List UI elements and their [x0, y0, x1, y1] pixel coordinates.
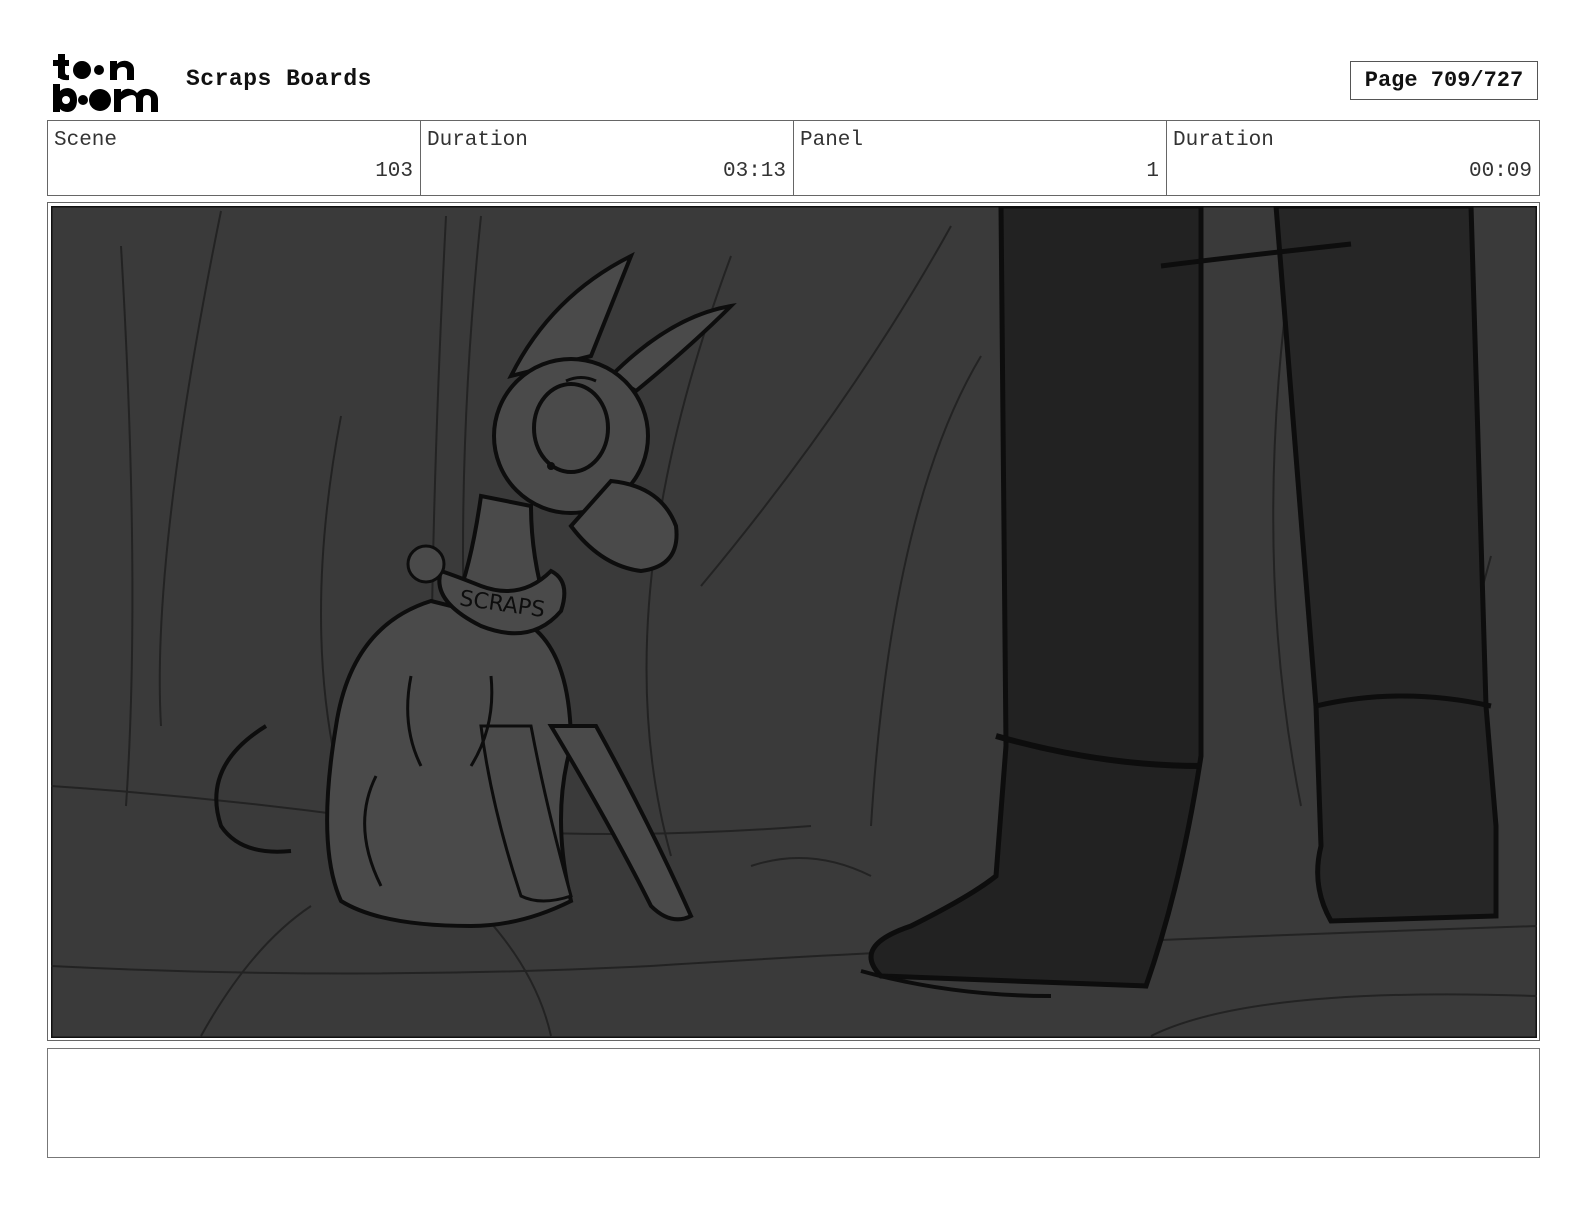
panel-label: Panel — [800, 129, 864, 152]
board-title: Scraps Boards — [186, 66, 372, 92]
storyboard-panel-image: SCRAPS — [51, 206, 1537, 1038]
page-indicator: Page 709/727 — [1350, 61, 1538, 100]
panel-duration-cell: Duration 00:09 — [1166, 121, 1539, 195]
scene-duration-cell: Duration 03:13 — [420, 121, 793, 195]
panel-duration-label: Duration — [1173, 129, 1274, 152]
toon-boom-logo — [53, 54, 158, 112]
notes-box — [47, 1048, 1540, 1158]
scene-duration-label: Duration — [427, 129, 528, 152]
scene-cell: Scene 103 — [48, 121, 420, 195]
panel-duration-value: 00:09 — [1468, 160, 1532, 183]
scene-label: Scene — [54, 129, 118, 152]
scene-value: 103 — [375, 160, 413, 183]
panel-cell: Panel 1 — [793, 121, 1166, 195]
info-table: Scene 103 Duration 03:13 Panel 1 Duratio… — [47, 120, 1540, 196]
panel-value: 1 — [1146, 160, 1159, 183]
scene-duration-value: 03:13 — [722, 160, 786, 183]
